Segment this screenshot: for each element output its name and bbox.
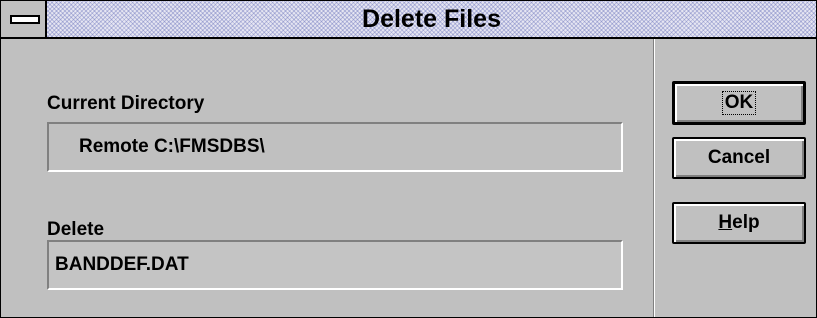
ok-button-label: OK [721,91,757,115]
delete-label: Delete [47,219,105,240]
window-title: Delete Files [362,5,501,33]
form-panel: Current Directory Remote C:\FMSDBS\ Dele… [1,39,653,317]
title-bar[interactable]: Delete Files [1,1,816,39]
current-directory-label: Current Directory [47,93,205,114]
delete-files-dialog: Delete Files Current Directory Remote C:… [0,0,817,318]
help-mnemonic: H [718,212,733,233]
help-label-rest: elp [732,212,760,233]
help-button[interactable]: Help [672,202,806,244]
system-menu-button[interactable] [1,1,47,37]
help-button-label: Help [718,204,759,242]
cancel-button-label: Cancel [707,147,771,168]
cancel-button[interactable]: Cancel [672,137,806,179]
delete-filename-field[interactable]: BANDDEF.DAT [47,240,623,290]
system-menu-icon [10,15,40,24]
panel-divider [653,39,655,317]
ok-button[interactable]: OK [672,81,806,125]
current-directory-value: Remote C:\FMSDBS\ [47,122,623,172]
